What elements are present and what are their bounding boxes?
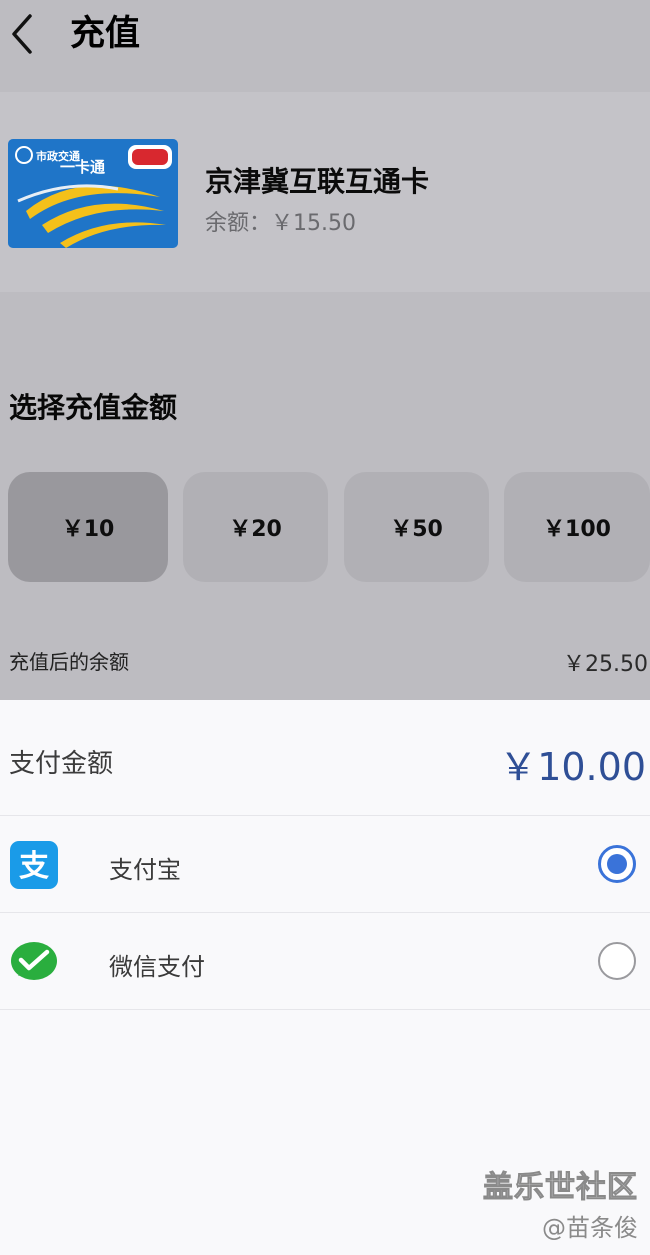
after-balance-value: ￥25.50 [563,652,648,677]
wechat-pay-icon [11,942,57,980]
svg-text:支: 支 [19,849,49,884]
back-arrow-icon[interactable] [8,12,38,56]
alipay-icon: 支 [10,841,58,889]
payment-amount-value: ￥10.00 [499,745,646,789]
page-title: 充值 [70,14,141,54]
payment-method-wechat[interactable]: 微信支付 [0,913,650,1010]
payment-method-alipay[interactable]: 支 支付宝 [0,816,650,913]
alipay-radio[interactable] [598,845,636,883]
transit-card-image: 市政交通 一卡通 [8,139,178,248]
after-balance-label: 充值后的余额 [9,650,129,674]
header: 充值 [0,0,650,92]
card-image-text-main: 一卡通 [60,158,105,176]
payment-amount-row: 支付金额 ￥10.00 [0,700,650,816]
amount-option-10[interactable]: ￥10 [8,472,168,582]
wechat-pay-label: 微信支付 [109,953,205,981]
card-name: 京津冀互联互通卡 [205,165,430,198]
card-info: 市政交通 一卡通 京津冀互联互通卡 余额：￥15.50 [0,92,650,292]
amount-option-20[interactable]: ￥20 [183,472,328,582]
watermark-author: @苗条俊 [542,1214,638,1242]
amount-section-title: 选择充值金额 [9,391,178,424]
card-balance: 余额：￥15.50 [205,211,356,236]
wechat-pay-radio[interactable] [598,942,636,980]
amount-option-100[interactable]: ￥100 [504,472,650,582]
watermark-community: 盖乐世社区 [483,1170,638,1206]
amount-option-50[interactable]: ￥50 [344,472,489,582]
alipay-label: 支付宝 [109,856,181,884]
payment-amount-label: 支付金额 [9,749,114,779]
